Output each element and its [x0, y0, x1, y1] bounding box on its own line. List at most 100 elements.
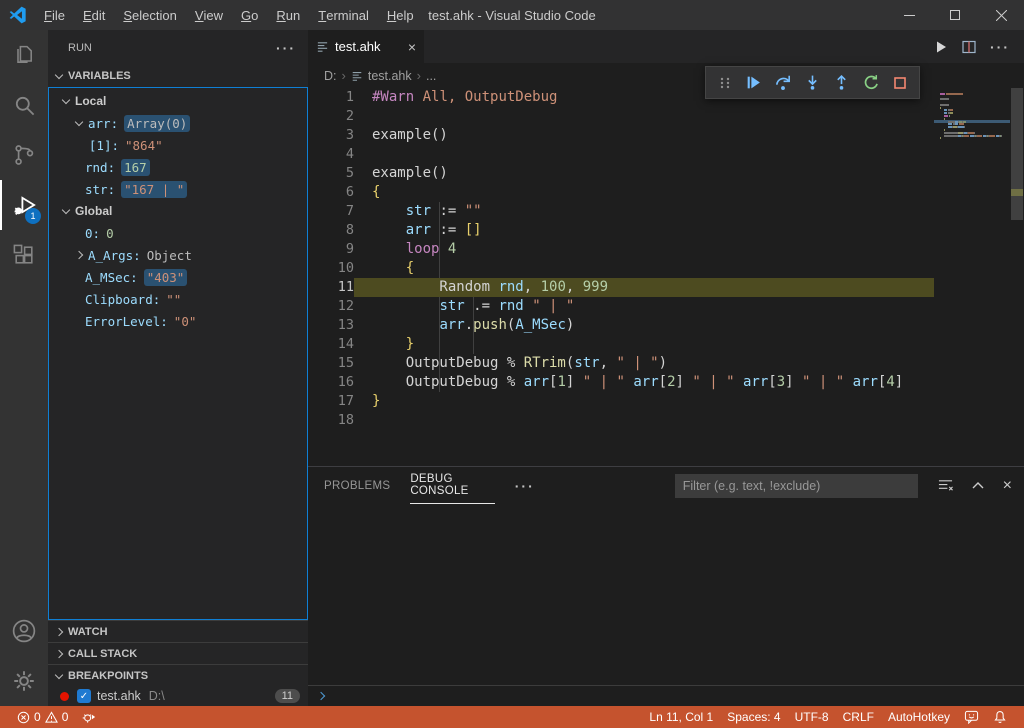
- line-number[interactable]: 14: [308, 335, 354, 354]
- run-file-icon[interactable]: [934, 40, 948, 54]
- debug-console-filter-input[interactable]: [675, 474, 918, 498]
- line-number[interactable]: 10: [308, 259, 354, 278]
- variable-row[interactable]: str:"167 | ": [49, 178, 307, 200]
- breadcrumb-drive[interactable]: D:: [324, 69, 337, 83]
- code-line-12[interactable]: 12 str .= rnd " | ": [308, 297, 1024, 316]
- maximize-button[interactable]: [932, 0, 978, 30]
- restart-button[interactable]: [859, 71, 883, 95]
- code-line-9[interactable]: 9 loop 4: [308, 240, 1024, 259]
- minimap[interactable]: [934, 88, 1010, 466]
- extensions-icon[interactable]: [0, 230, 48, 280]
- code-line-4[interactable]: 4: [308, 145, 1024, 164]
- notifications-bell-icon[interactable]: [986, 706, 1014, 728]
- explorer-icon[interactable]: [0, 30, 48, 80]
- status-encoding[interactable]: UTF-8: [788, 706, 836, 728]
- stop-button[interactable]: [888, 71, 912, 95]
- step-over-button[interactable]: [771, 71, 795, 95]
- code-area[interactable]: 1#Warn All, OutputDebug23example()45exam…: [308, 88, 1024, 466]
- section-header-call-stack[interactable]: CALL STACK: [48, 642, 308, 664]
- panel-tab-debug-console[interactable]: DEBUG CONSOLE: [410, 467, 494, 504]
- line-number[interactable]: 16: [308, 373, 354, 392]
- maximize-panel-icon[interactable]: [971, 479, 985, 493]
- toolbar-gripper-icon[interactable]: [713, 71, 737, 95]
- search-icon[interactable]: [0, 80, 48, 130]
- line-number[interactable]: 1: [308, 88, 354, 107]
- line-number[interactable]: 2: [308, 107, 354, 126]
- section-header-breakpoints[interactable]: BREAKPOINTS: [48, 664, 308, 686]
- clear-console-icon[interactable]: [938, 478, 953, 493]
- status-eol[interactable]: CRLF: [836, 706, 881, 728]
- line-number[interactable]: 5: [308, 164, 354, 183]
- menu-file[interactable]: File: [35, 0, 74, 30]
- sidebar-more-actions-icon[interactable]: ···: [276, 40, 296, 56]
- code-line-14[interactable]: 14 }: [308, 335, 1024, 354]
- close-panel-icon[interactable]: ×: [1003, 477, 1012, 495]
- problems-status[interactable]: 0 0: [10, 706, 75, 728]
- code-line-3[interactable]: 3example(): [308, 126, 1024, 145]
- menu-run[interactable]: Run: [267, 0, 309, 30]
- minimize-button[interactable]: [886, 0, 932, 30]
- debug-console-input[interactable]: [308, 685, 1024, 706]
- line-number[interactable]: 12: [308, 297, 354, 316]
- breadcrumb-symbol[interactable]: ...: [426, 69, 436, 83]
- variable-row[interactable]: Clipboard:"": [49, 288, 307, 310]
- status-indentation[interactable]: Spaces: 4: [720, 706, 787, 728]
- variable-row[interactable]: ErrorLevel:"0": [49, 310, 307, 332]
- continue-button[interactable]: [742, 71, 766, 95]
- code-line-17[interactable]: 17}: [308, 392, 1024, 411]
- line-number[interactable]: 4: [308, 145, 354, 164]
- menu-view[interactable]: View: [186, 0, 232, 30]
- line-number[interactable]: 7: [308, 202, 354, 221]
- panel-tab-problems[interactable]: PROBLEMS: [324, 467, 390, 504]
- code-line-8[interactable]: 8 arr := []: [308, 221, 1024, 240]
- code-line-10[interactable]: 10 {: [308, 259, 1024, 278]
- step-into-button[interactable]: [800, 71, 824, 95]
- menu-selection[interactable]: Selection: [114, 0, 185, 30]
- breakpoint-checkbox[interactable]: ✓: [77, 689, 91, 703]
- variable-row[interactable]: arr:Array(0): [49, 112, 307, 134]
- breakpoint-row[interactable]: ✓ test.ahk D:\ 11: [48, 686, 308, 706]
- code-line-16[interactable]: 16 OutputDebug % arr[1] " | " arr[2] " |…: [308, 373, 1024, 392]
- line-number[interactable]: 15: [308, 354, 354, 373]
- split-editor-icon[interactable]: [962, 40, 976, 54]
- variable-row[interactable]: rnd:167: [49, 156, 307, 178]
- variable-row[interactable]: [1]:"864": [49, 134, 307, 156]
- menu-help[interactable]: Help: [378, 0, 423, 30]
- status-language-mode[interactable]: AutoHotkey: [881, 706, 957, 728]
- variables-section-header[interactable]: VARIABLES: [48, 65, 308, 87]
- editor-scrollbar[interactable]: [1010, 88, 1024, 466]
- variable-row[interactable]: A_Args:Object: [49, 244, 307, 266]
- line-number[interactable]: 6: [308, 183, 354, 202]
- scope-local[interactable]: Local: [49, 90, 307, 112]
- code-line-7[interactable]: 7 str := "": [308, 202, 1024, 221]
- settings-gear-icon[interactable]: [0, 656, 48, 706]
- tab-test-ahk[interactable]: test.ahk ×: [308, 30, 424, 63]
- breadcrumb-file[interactable]: test.ahk: [368, 69, 412, 83]
- code-line-2[interactable]: 2: [308, 107, 1024, 126]
- code-line-18[interactable]: 18: [308, 411, 1024, 430]
- code-line-6[interactable]: 6{: [308, 183, 1024, 202]
- line-number[interactable]: 3: [308, 126, 354, 145]
- code-line-5[interactable]: 5example(): [308, 164, 1024, 183]
- line-number[interactable]: 17: [308, 392, 354, 411]
- close-window-button[interactable]: [978, 0, 1024, 30]
- code-line-11[interactable]: 11 Random rnd, 100, 999: [308, 278, 1024, 297]
- line-number[interactable]: 9: [308, 240, 354, 259]
- menu-go[interactable]: Go: [232, 0, 267, 30]
- section-header-watch[interactable]: WATCH: [48, 620, 308, 642]
- line-number[interactable]: 8: [308, 221, 354, 240]
- tab-close-icon[interactable]: ×: [408, 39, 416, 55]
- menu-terminal[interactable]: Terminal: [309, 0, 378, 30]
- editor-more-actions-icon[interactable]: ···: [990, 39, 1010, 55]
- status-cursor-position[interactable]: Ln 11, Col 1: [642, 706, 720, 728]
- panel-more-actions-icon[interactable]: ···: [515, 478, 535, 494]
- debugger-status[interactable]: [75, 706, 104, 728]
- line-number[interactable]: 13: [308, 316, 354, 335]
- scrollbar-slider[interactable]: [1011, 88, 1023, 220]
- account-icon[interactable]: [0, 606, 48, 656]
- code-line-13[interactable]: 13 arr.push(A_MSec): [308, 316, 1024, 335]
- scope-global[interactable]: Global: [49, 200, 307, 222]
- run-and-debug-icon[interactable]: 1: [0, 180, 48, 230]
- menu-edit[interactable]: Edit: [74, 0, 114, 30]
- source-control-icon[interactable]: [0, 130, 48, 180]
